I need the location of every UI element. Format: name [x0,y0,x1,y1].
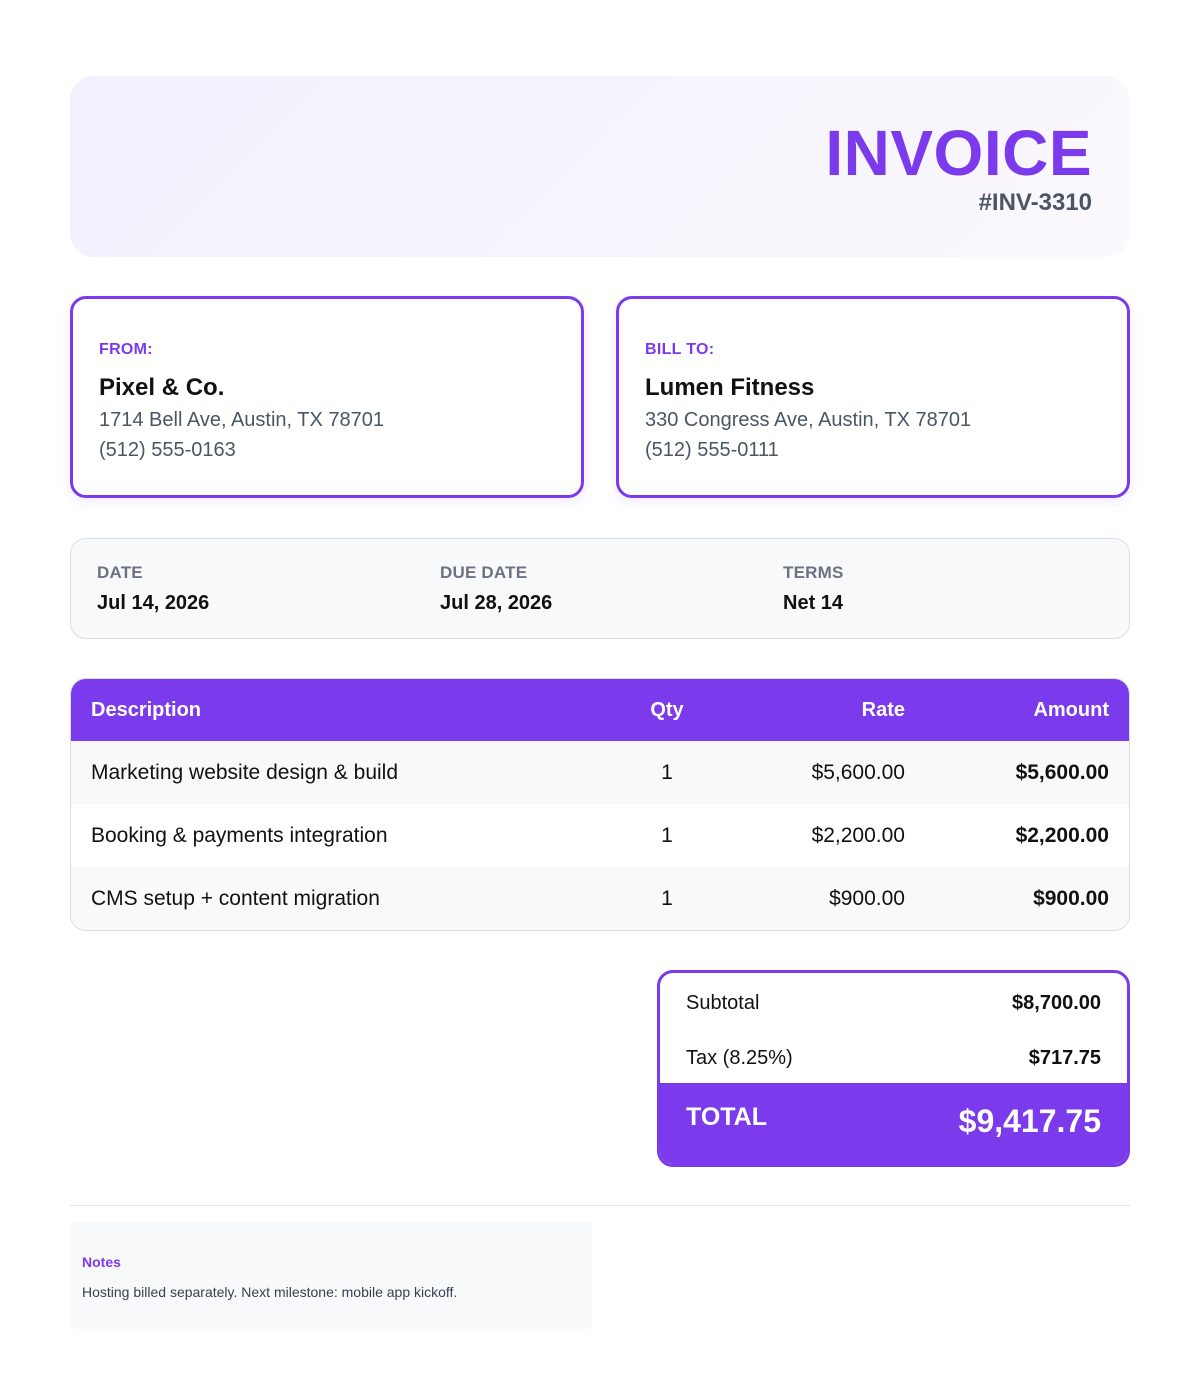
subtotal-label: Subtotal [686,992,760,1014]
table-row: Booking & payments integration 1 $2,200.… [91,824,1109,847]
bill-to-name: Lumen Fitness [645,374,815,401]
total-value: $9,417.75 [958,1103,1101,1139]
bill-to-card: BILL TO: Lumen Fitness 330 Congress Ave,… [616,296,1130,498]
meta-terms: TERMS Net 14 [783,563,844,615]
invoice-number: #INV-3310 [978,189,1092,216]
total-label: TOTAL [686,1103,768,1131]
line-items-table: Description Qty Rate Amount Marketing we… [70,678,1130,931]
totals-card: Subtotal $8,700.00 Tax (8.25%) $717.75 T… [657,970,1130,1167]
bill-to-phone: (512) 555-0111 [645,439,779,461]
meta-date: DATE Jul 14, 2026 [97,563,209,615]
from-card: FROM: Pixel & Co. 1714 Bell Ave, Austin,… [70,296,584,498]
from-name: Pixel & Co. [99,374,225,401]
from-address: 1714 Bell Ave, Austin, TX 78701 [99,409,385,431]
divider [70,1205,1130,1206]
item-description: CMS setup + content migration [91,887,380,910]
item-description: Marketing website design & build [91,761,399,784]
invoice-title: INVOICE [825,117,1092,189]
item-description: Booking & payments integration [91,824,388,847]
terms-label: TERMS [783,563,844,582]
bill-to-label: BILL TO: [645,341,715,358]
terms-value: Net 14 [783,592,844,614]
from-label: FROM: [99,341,153,358]
total-row: TOTAL $9,417.75 [660,1083,1127,1164]
from-phone: (512) 555-0163 [99,439,236,461]
subtotal-value: $8,700.00 [1012,992,1101,1014]
column-header-amount: Amount [1033,699,1109,721]
table-header: Description Qty Rate Amount [71,679,1129,741]
notes-box: Notes Hosting billed separately. Next mi… [70,1222,592,1329]
invoice-meta: DATE Jul 14, 2026 DUE DATE Jul 28, 2026 … [70,538,1130,639]
item-amount: $2,200.00 [1015,824,1109,847]
date-value: Jul 14, 2026 [97,592,210,614]
column-header-rate: Rate [861,699,905,721]
item-amount: $5,600.00 [1015,761,1109,784]
tax-label: Tax (8.25%) [686,1047,793,1069]
tax-row: Tax (8.25%) $717.75 [686,1047,1101,1070]
tax-value: $717.75 [1028,1047,1101,1069]
notes-label: Notes [82,1254,121,1270]
item-rate: $2,200.00 [811,824,905,847]
bill-to-address: 330 Congress Ave, Austin, TX 78701 [645,409,972,431]
item-rate: $5,600.00 [811,761,905,784]
due-date-label: DUE DATE [440,563,528,582]
subtotal-row: Subtotal $8,700.00 [686,992,1101,1015]
item-amount: $900.00 [1033,887,1109,910]
invoice-header: INVOICE #INV-3310 [70,76,1130,257]
date-label: DATE [97,563,143,582]
notes-text: Hosting billed separately. Next mileston… [82,1284,458,1300]
column-header-description: Description [91,699,202,721]
table-row: Marketing website design & build 1 $5,60… [71,741,1129,804]
due-date-value: Jul 28, 2026 [440,592,553,614]
table-row: CMS setup + content migration 1 $900.00 … [71,867,1129,930]
meta-due-date: DUE DATE Jul 28, 2026 [440,563,552,615]
item-rate: $900.00 [829,887,905,910]
